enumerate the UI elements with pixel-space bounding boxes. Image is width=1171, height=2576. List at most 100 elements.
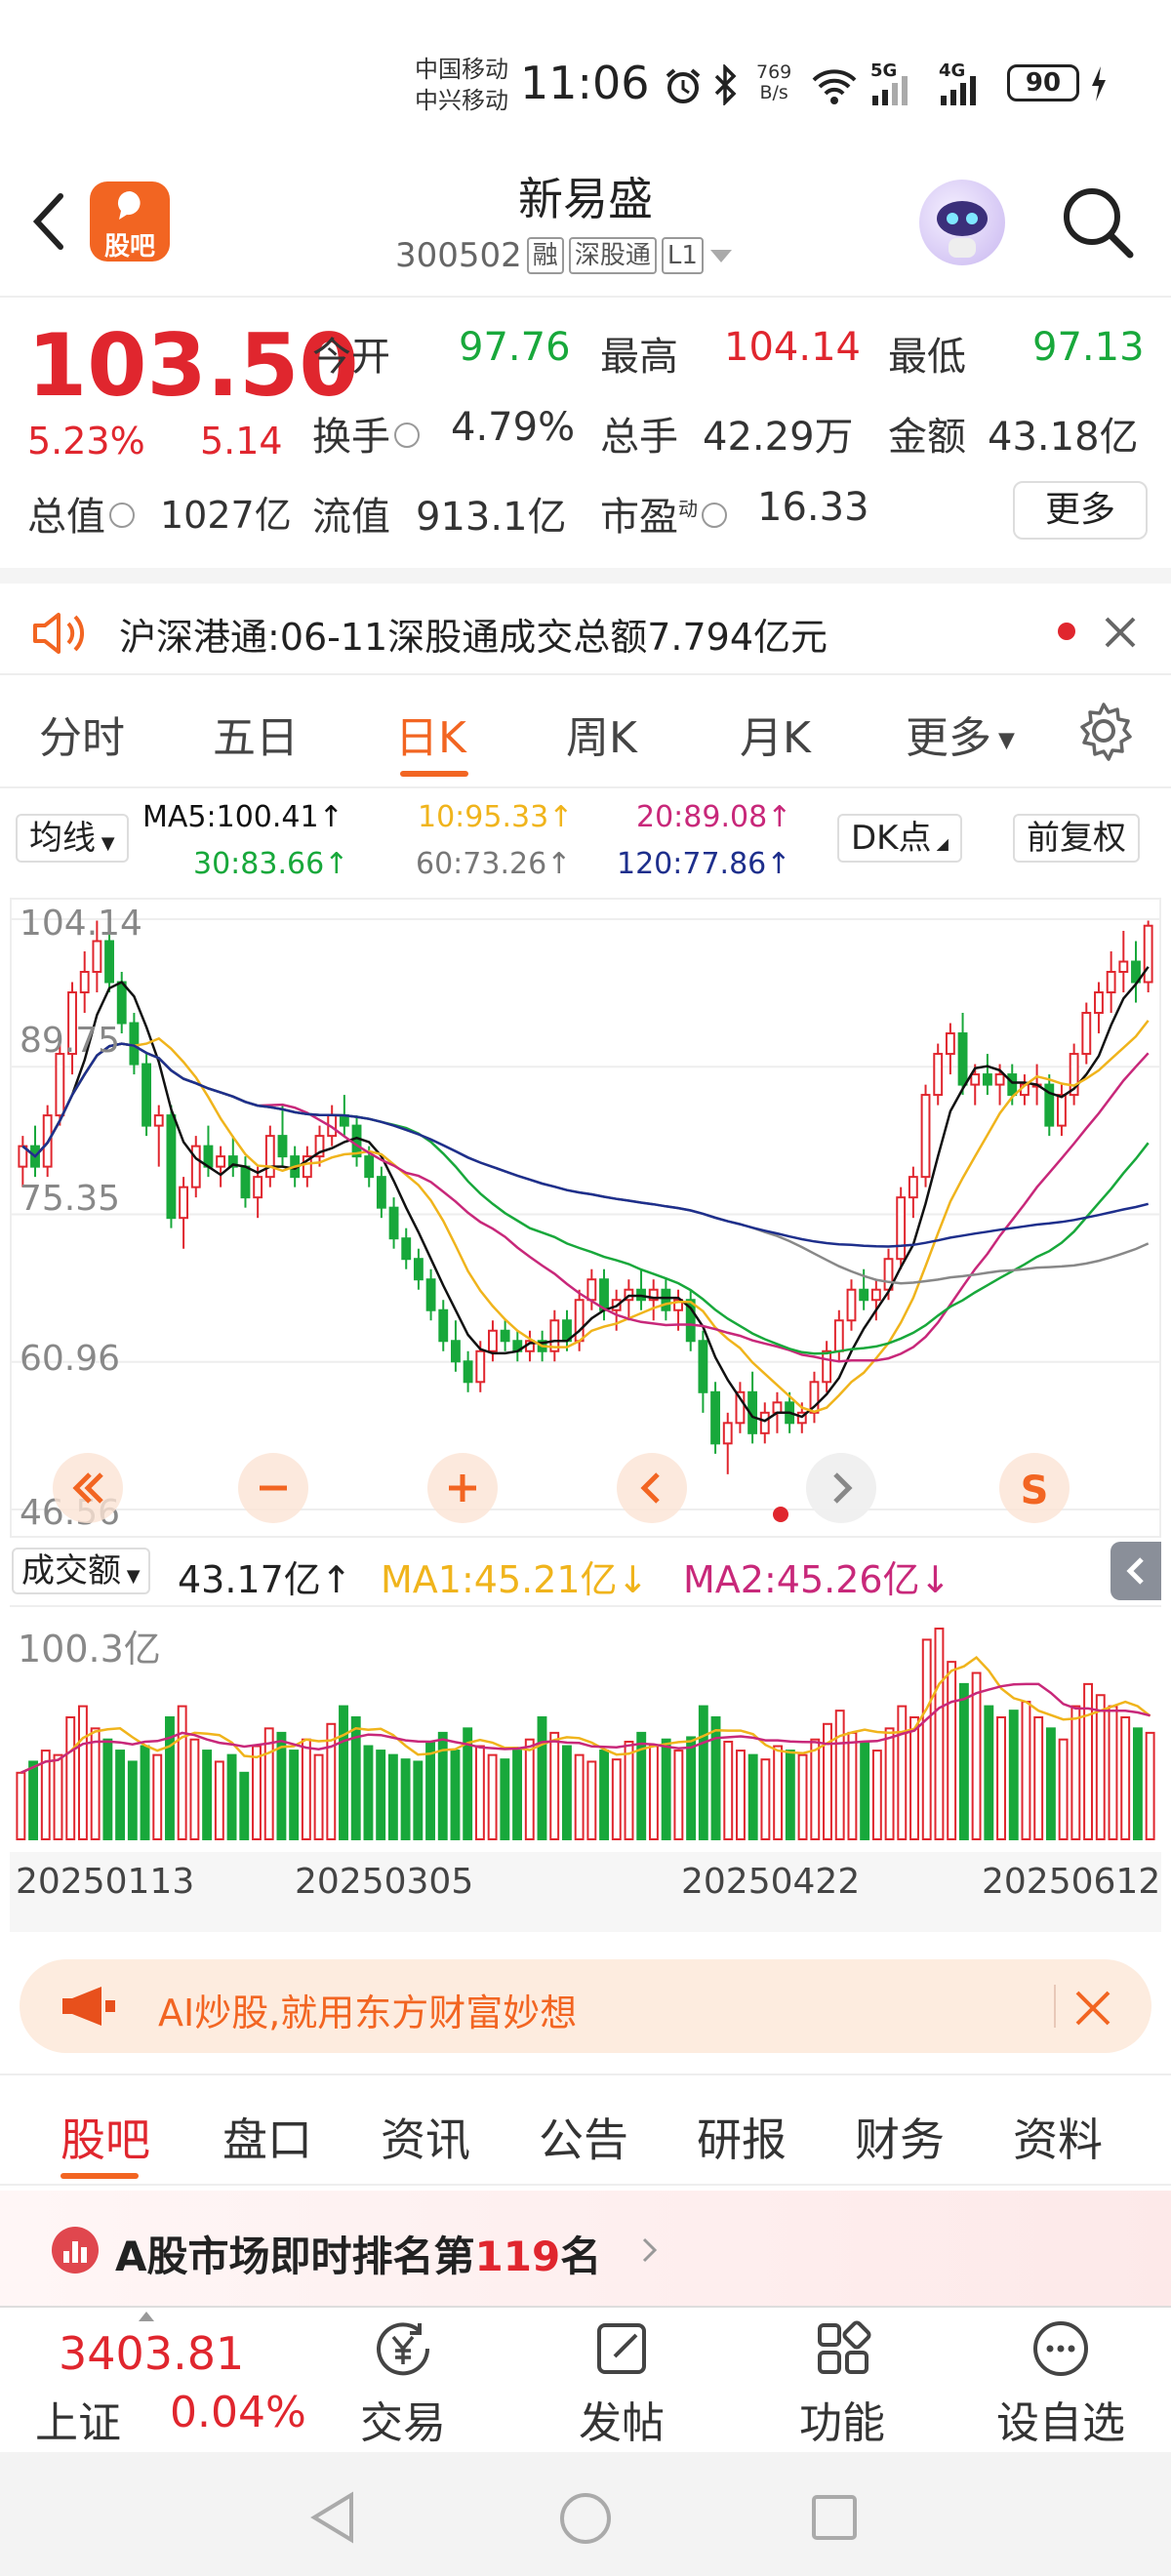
candle-body [896, 1196, 907, 1261]
pe-label[interactable]: 市盈动 [600, 485, 727, 542]
nav-add-watch[interactable]: 设自选 [988, 2319, 1134, 2450]
market-cap-label[interactable]: 总值 [27, 485, 135, 542]
guba-logo-label: 股吧 [103, 232, 155, 262]
volume-bar [177, 1705, 187, 1840]
close-icon[interactable] [1103, 615, 1138, 650]
adjust-button[interactable]: 前复权 [1013, 814, 1140, 863]
last-price: 103.50 [27, 315, 359, 416]
nav-post[interactable]: 发帖 [548, 2319, 695, 2450]
tab-news[interactable]: 资讯 [381, 2105, 470, 2169]
volume-bar [599, 1750, 610, 1840]
nav-trade[interactable]: 交易 [330, 2319, 476, 2450]
tab-five-day[interactable]: 五日 [213, 703, 299, 765]
scroll-left-icon[interactable] [615, 1451, 689, 1525]
more-button[interactable]: 更多 [1013, 481, 1148, 540]
tab-research[interactable]: 研报 [697, 2105, 787, 2169]
candle-body [1057, 1094, 1067, 1127]
tab-daily-k[interactable]: 日K [395, 703, 466, 765]
tab-finance[interactable]: 财务 [855, 2105, 945, 2169]
turnover-label[interactable]: 换手 [312, 405, 420, 462]
volume-bar [102, 1738, 113, 1840]
volume-chart[interactable]: 100.3亿 [10, 1605, 1161, 1849]
volume-axis-max: 100.3亿 [18, 1628, 161, 1670]
rewind-icon[interactable] [51, 1451, 125, 1525]
recents-square-icon[interactable] [810, 2493, 859, 2542]
candle-body [179, 1186, 189, 1220]
scroll-right-icon[interactable] [804, 1451, 878, 1525]
assistant-robot-avatar[interactable] [919, 180, 1005, 265]
edit-icon [597, 2323, 646, 2374]
tab-monthly-k[interactable]: 月K [740, 703, 811, 765]
nav-watch-label: 设自选 [996, 2398, 1125, 2448]
tab-intraday[interactable]: 分时 [39, 703, 125, 765]
volume-bar [947, 1661, 957, 1840]
candle-body [240, 1165, 251, 1199]
volume-bar [127, 1760, 138, 1841]
search-icon[interactable] [1059, 183, 1137, 262]
close-icon[interactable] [1073, 1989, 1112, 2028]
kline-svg [12, 918, 1159, 1510]
volume-bar [909, 1715, 919, 1840]
notice-bar[interactable]: 沪深港通:06-11深股通成交总额7.794亿元 [0, 568, 1171, 675]
tab-profile[interactable]: 资料 [1013, 2105, 1103, 2169]
charging-icon [1092, 66, 1106, 101]
market-rank-banner[interactable]: A股市场即时排名第119名 [0, 2191, 1171, 2306]
volume-indicator-selector[interactable]: 成交额 ▼ [12, 1548, 150, 1594]
candle-body [933, 1053, 944, 1097]
volume-bar [524, 1738, 535, 1840]
volume-bar [897, 1705, 908, 1840]
reset-s-icon[interactable]: S [997, 1451, 1071, 1525]
volume-bar [140, 1745, 150, 1841]
back-triangle-icon[interactable] [308, 2491, 357, 2544]
grid-icon [818, 2320, 871, 2374]
collapse-panel-button[interactable] [1110, 1542, 1161, 1600]
robot-icon [937, 201, 988, 258]
settings-gear-icon[interactable] [1073, 701, 1134, 761]
volume-bar [1045, 1727, 1056, 1840]
signal-2-icon [941, 76, 976, 105]
ma5-value: MA5:100.41↑ [142, 800, 343, 834]
tab-more[interactable]: 更多 ▼ [906, 703, 1015, 765]
volume-bar [226, 1753, 237, 1840]
zoom-in-icon[interactable] [425, 1451, 500, 1525]
turnover-value: 4.79% [451, 405, 576, 450]
ma120-value: 120:77.86↑ [617, 847, 791, 881]
volume-bar [921, 1638, 932, 1840]
candle-body [722, 1422, 733, 1445]
ai-promo-banner[interactable]: AI炒股,就用东方财富妙想 [20, 1959, 1151, 2053]
stock-code: 300502 [395, 236, 522, 275]
nav-function[interactable]: 功能 [769, 2319, 915, 2450]
candle-body [92, 940, 102, 974]
candle-body [500, 1329, 510, 1343]
tab-announcements[interactable]: 公告 [539, 2105, 628, 2169]
net-speed: 769 B/s [756, 61, 792, 103]
zoom-out-icon[interactable] [236, 1451, 310, 1525]
tab-pankou[interactable]: 盘口 [222, 2105, 312, 2169]
tab-guba[interactable]: 股吧 [61, 2105, 150, 2169]
volume-bar [1070, 1705, 1081, 1840]
volume-bar [586, 1760, 597, 1841]
pe-value: 16.33 [757, 485, 869, 530]
date-label: 20250612 [982, 1862, 1161, 1902]
volume-bar [189, 1738, 200, 1840]
volume-bar [797, 1753, 808, 1840]
kline-chart[interactable]: 104.14 89.75 75.35 60.96 46.56 S [10, 898, 1161, 1538]
ma30-value: 30:83.66↑ [193, 847, 349, 881]
candle-body [970, 1073, 981, 1086]
candle-body [475, 1349, 486, 1384]
tab-weekly-k[interactable]: 周K [566, 703, 637, 765]
indicator-selector[interactable]: 均线 ▼ [16, 814, 129, 863]
ma20-line [21, 1042, 1150, 1363]
stock-code-row[interactable]: 300502 融 深股通 L1 [395, 236, 734, 275]
candle-body [1094, 991, 1104, 1015]
home-circle-icon[interactable] [558, 2491, 613, 2546]
info-icon [109, 503, 135, 528]
volume-bar [747, 1753, 758, 1840]
volume-bar [1108, 1705, 1118, 1840]
volume-bar [760, 1758, 771, 1840]
volume-bar [996, 1715, 1006, 1840]
dk-point-button[interactable]: DK点 ◢ [837, 814, 962, 863]
chart-period-tabs: 分时 五日 日K 周K 月K 更多 ▼ [0, 681, 1171, 788]
carrier-2: 中兴移动 [415, 87, 508, 114]
candle-body [425, 1278, 436, 1311]
